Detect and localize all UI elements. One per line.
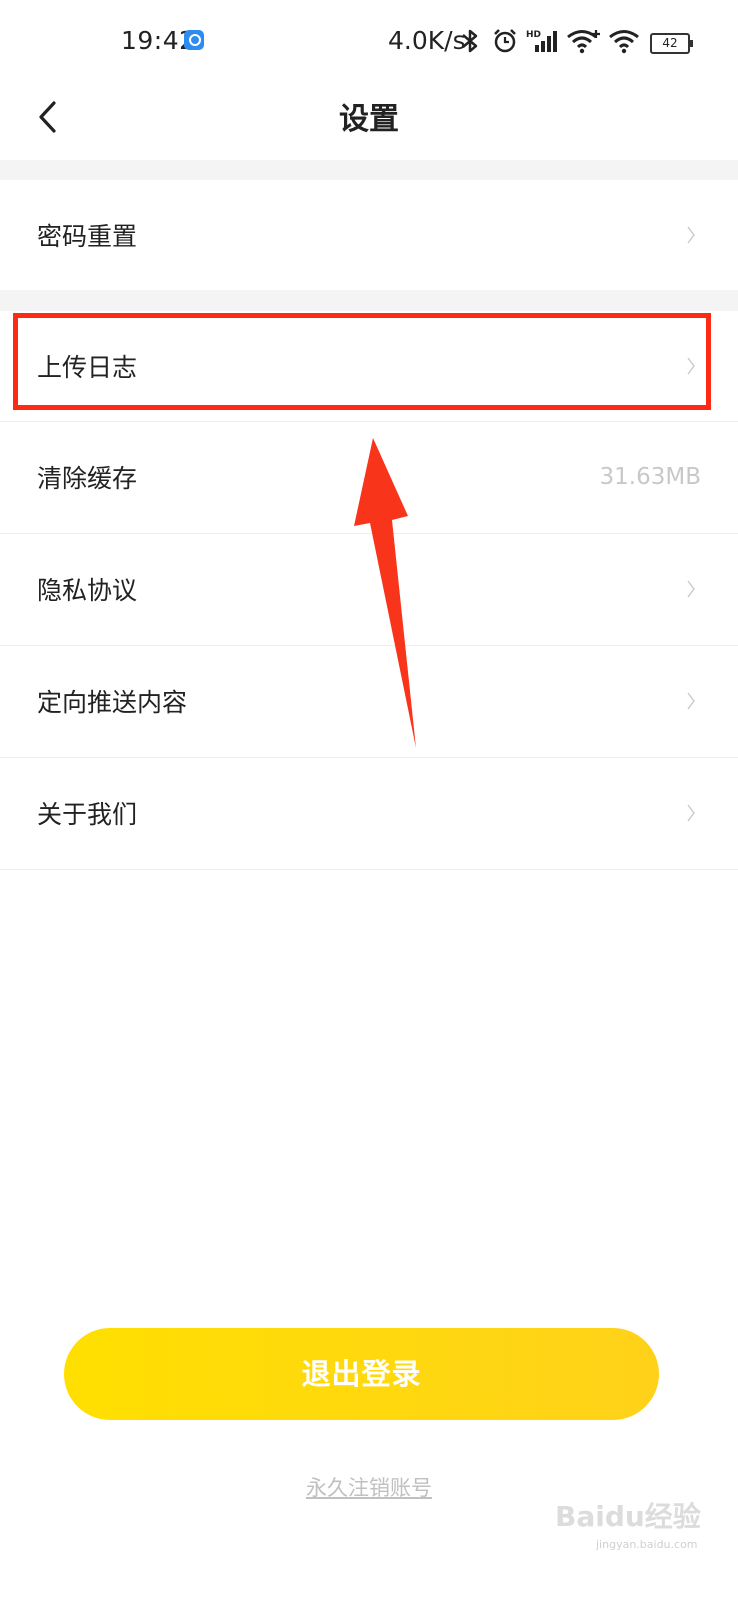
svg-text:HD: HD xyxy=(526,30,541,40)
cache-size-value: 31.63MB xyxy=(599,464,701,490)
settings-row-label: 密码重置 xyxy=(37,222,138,251)
nav-header: 设置 xyxy=(0,84,738,160)
section-gap xyxy=(0,160,738,180)
baidu-watermark-url: jingyan.baidu.com xyxy=(596,1538,698,1551)
page-title: 设置 xyxy=(339,102,399,137)
settings-row-label: 隐私协议 xyxy=(37,576,138,605)
settings-row-label: 清除缓存 xyxy=(37,464,138,493)
hd-signal-icon: HD xyxy=(526,30,557,52)
logout-button[interactable]: 退出登录 xyxy=(64,1328,659,1420)
network-speed: 4.0K/s xyxy=(388,26,466,55)
baidu-watermark-logo: Baidu经验 xyxy=(555,1500,701,1533)
settings-row-label: 关于我们 xyxy=(37,800,138,829)
status-bar: 19:42 4.0K/s HD 42 xyxy=(0,0,738,84)
chevron-right-icon xyxy=(687,804,695,822)
settings-row-about-us[interactable]: 关于我们 xyxy=(0,758,738,868)
alarm-icon xyxy=(494,29,516,53)
settings-row-label: 定向推送内容 xyxy=(37,688,188,717)
battery-icon: 42 xyxy=(650,33,693,54)
settings-row-password-reset[interactable]: 密码重置 xyxy=(0,180,738,290)
row-divider xyxy=(0,869,738,870)
annotation-arrow-icon xyxy=(354,438,416,748)
app-notification-icon xyxy=(184,30,204,50)
section-gap xyxy=(0,290,738,311)
highlight-box xyxy=(13,313,711,410)
wifi-plus-icon xyxy=(567,30,600,54)
chevron-right-icon xyxy=(687,580,695,598)
chevron-right-icon xyxy=(687,692,695,710)
chevron-right-icon xyxy=(687,226,695,244)
wifi-icon xyxy=(609,30,639,54)
bluetooth-icon xyxy=(462,29,478,53)
